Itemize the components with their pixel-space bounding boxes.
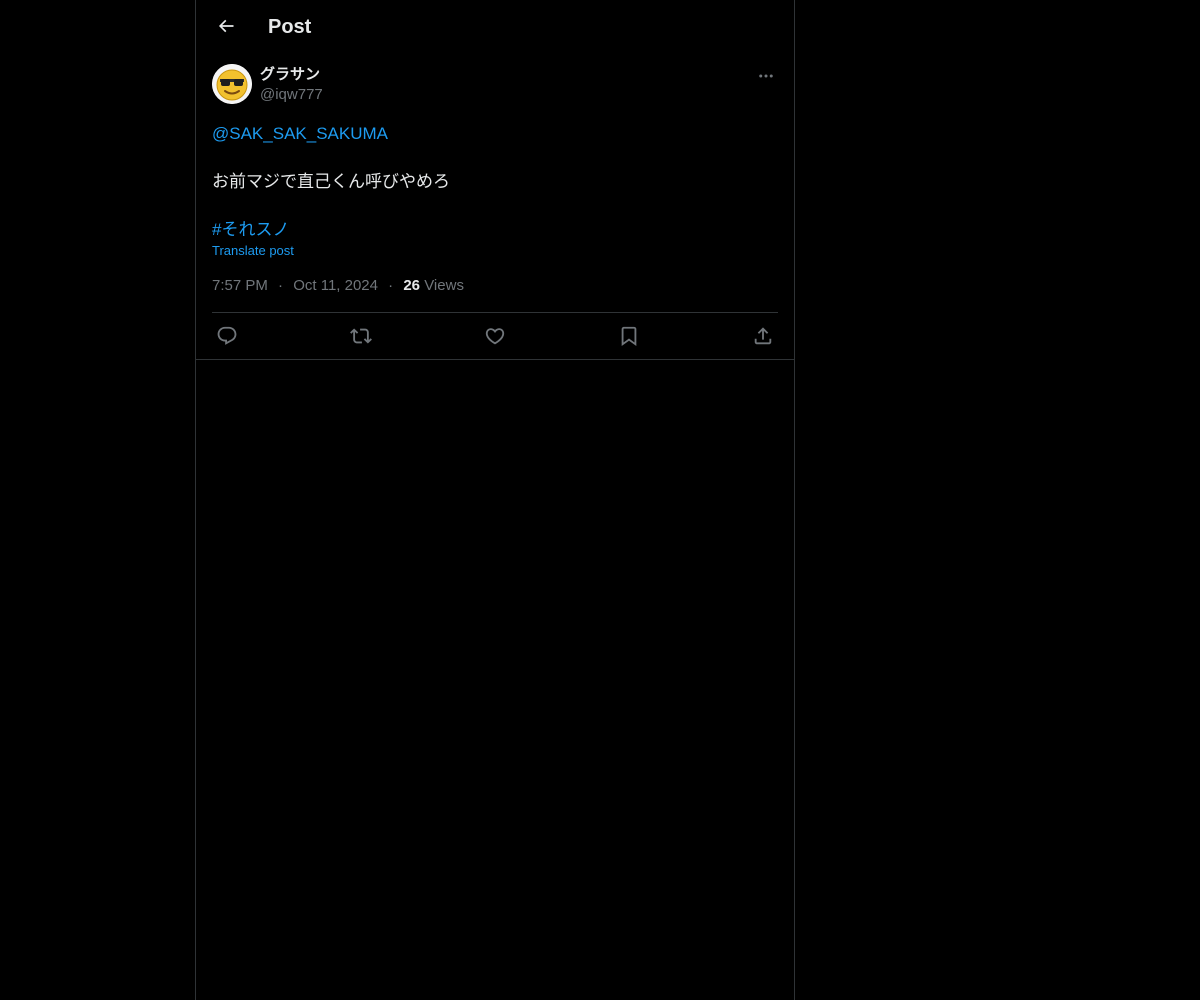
separator: · bbox=[388, 277, 394, 294]
share-icon bbox=[752, 325, 774, 347]
views-count[interactable]: 26 bbox=[403, 277, 420, 294]
post-metadata: 7:57 PM · Oct 11, 2024 · 26 Views bbox=[212, 276, 778, 296]
mention-link[interactable]: @SAK_SAK_SAKUMA bbox=[212, 122, 778, 146]
post-body: お前マジで直己くん呼びやめろ bbox=[212, 172, 450, 191]
repost-icon bbox=[350, 325, 372, 347]
post-bottom-border bbox=[196, 359, 794, 360]
post-article: グラサン @iqw777 @SAK_SAK_SAKUMA お前マジで直己くん呼び… bbox=[212, 64, 778, 359]
share-button[interactable] bbox=[748, 323, 778, 349]
like-icon bbox=[484, 325, 506, 347]
reply-button[interactable] bbox=[212, 323, 242, 349]
text-gap bbox=[212, 194, 778, 218]
post-date[interactable]: Oct 11, 2024 bbox=[293, 277, 378, 294]
avatar[interactable] bbox=[212, 64, 252, 104]
text-gap bbox=[212, 146, 778, 170]
translate-post-link[interactable]: Translate post bbox=[212, 242, 294, 260]
action-bar bbox=[212, 313, 778, 359]
sunglasses-emoji-avatar bbox=[212, 64, 252, 104]
back-button[interactable] bbox=[208, 8, 244, 44]
page-title: Post bbox=[268, 16, 312, 38]
views-label: Views bbox=[424, 277, 464, 294]
hashtag-link[interactable]: #それスノ bbox=[212, 218, 778, 242]
author-display-name[interactable]: グラサン bbox=[260, 66, 320, 84]
separator: · bbox=[278, 277, 284, 294]
author-handle[interactable]: @iqw777 bbox=[260, 86, 323, 104]
primary-column: Post グラサン @iqw777 @SAK_SAK_SAKUMA お前マジで直… bbox=[195, 0, 795, 1000]
post-time[interactable]: 7:57 PM bbox=[212, 277, 268, 294]
more-options-button[interactable] bbox=[754, 64, 778, 88]
author-row: グラサン @iqw777 bbox=[212, 64, 778, 108]
bookmark-button[interactable] bbox=[614, 323, 644, 349]
reply-icon bbox=[216, 325, 238, 347]
page-header: Post bbox=[196, 0, 794, 54]
more-icon bbox=[757, 67, 775, 85]
repost-button[interactable] bbox=[346, 323, 376, 349]
arrow-left-icon bbox=[216, 16, 236, 36]
post-text: @SAK_SAK_SAKUMA お前マジで直己くん呼びやめろ #それスノ bbox=[212, 122, 778, 242]
like-button[interactable] bbox=[480, 323, 510, 349]
bookmark-icon bbox=[618, 325, 640, 347]
